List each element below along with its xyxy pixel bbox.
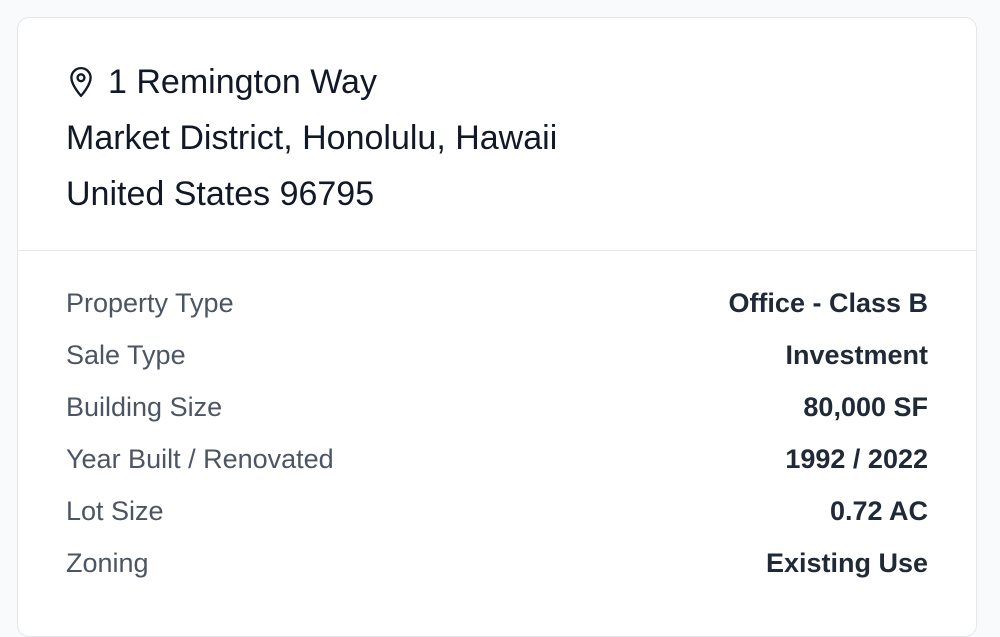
detail-label: Lot Size xyxy=(66,495,164,526)
property-card: 1 Remington Way Market District, Honolul… xyxy=(17,17,977,637)
address-line-1: 1 Remington Way xyxy=(108,63,377,101)
detail-row-building-size: Building Size 80,000 SF xyxy=(66,381,928,433)
detail-value: 1992 / 2022 xyxy=(785,443,928,474)
address-line-2: Market District, Honolulu, Hawaii xyxy=(66,119,558,157)
map-pin-icon xyxy=(66,65,96,99)
detail-row-lot-size: Lot Size 0.72 AC xyxy=(66,485,928,537)
detail-value: Office - Class B xyxy=(728,287,928,318)
detail-value: 0.72 AC xyxy=(829,495,928,526)
property-details: Property Type Office - Class B Sale Type… xyxy=(18,251,976,589)
address-block: 1 Remington Way Market District, Honolul… xyxy=(18,18,976,251)
detail-value: Investment xyxy=(785,339,928,370)
detail-label: Zoning xyxy=(66,547,149,578)
detail-value: Existing Use xyxy=(765,547,928,578)
detail-label: Property Type xyxy=(66,287,234,318)
detail-value: 80,000 SF xyxy=(803,391,928,422)
detail-row-year-built: Year Built / Renovated 1992 / 2022 xyxy=(66,433,928,485)
address-line-3: United States 96795 xyxy=(66,175,375,213)
address-line-1-row: 1 Remington Way xyxy=(66,54,928,110)
detail-label: Building Size xyxy=(66,391,223,422)
detail-label: Sale Type xyxy=(66,339,186,370)
detail-row-property-type: Property Type Office - Class B xyxy=(66,277,928,329)
detail-row-sale-type: Sale Type Investment xyxy=(66,329,928,381)
detail-label: Year Built / Renovated xyxy=(66,443,334,474)
detail-row-zoning: Zoning Existing Use xyxy=(66,537,928,589)
